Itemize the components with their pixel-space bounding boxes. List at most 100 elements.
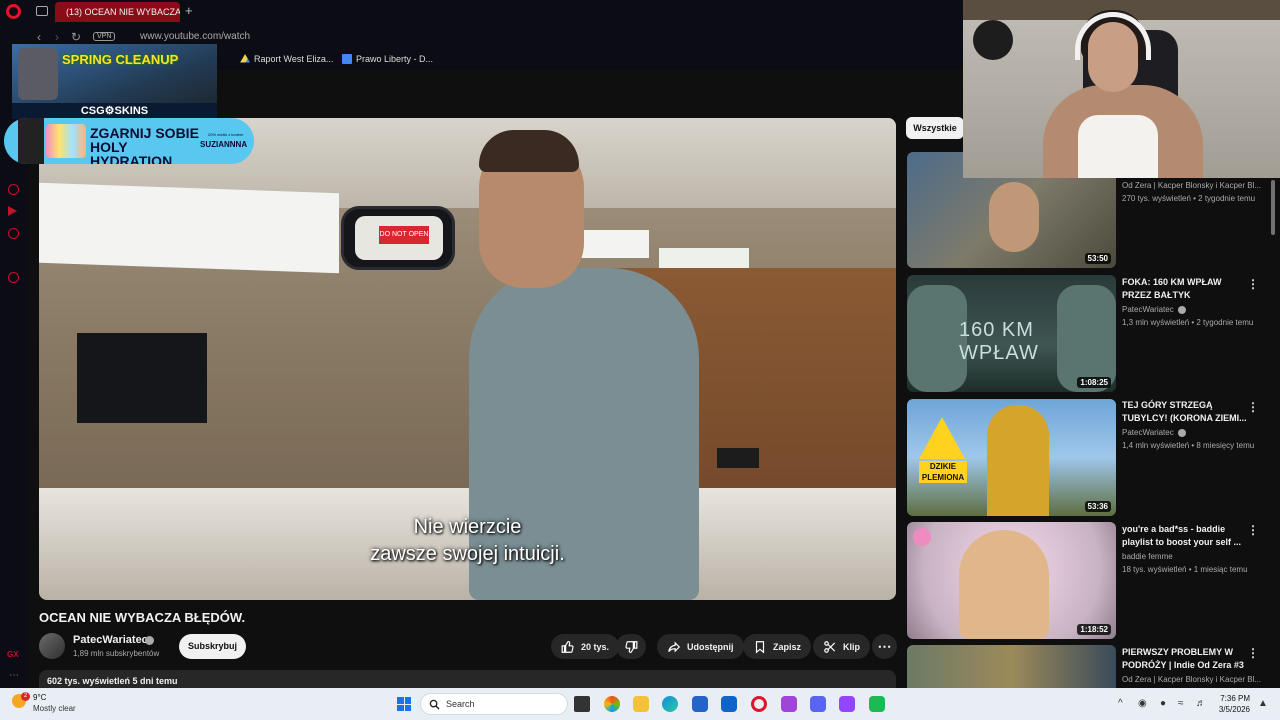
recommendation-channel[interactable]: baddie femme [1122,552,1173,561]
clock-time[interactable]: 7:36 PM [1220,694,1250,703]
sidebar-player-icon[interactable] [8,184,19,195]
subscriber-count: 1,89 mln subskrybentów [73,649,160,658]
sidebar-gx-icon[interactable]: GX [7,650,19,659]
thumbs-down-icon [625,640,638,653]
sidebar-more-icon[interactable]: ⋯ [9,670,19,681]
recommendation-title[interactable]: FOKA: 160 KM WPŁAW PRZEZ BAŁTYK [1122,276,1247,302]
character-illustration [18,48,58,100]
video-title: OCEAN NIE WYBACZA BŁĘDÓW. [39,610,246,625]
share-icon [668,641,681,652]
search-label: Search [446,699,475,709]
outlook-icon[interactable] [721,696,737,712]
notification-bell-icon[interactable]: ▲ [1258,698,1268,709]
sidebar-send-icon[interactable] [8,206,17,216]
recommendation-channel[interactable]: PatecWariatec [1122,428,1174,437]
opera-logo-icon[interactable] [6,4,21,19]
like-count: 20 tys. [581,641,610,652]
verified-icon [1178,429,1186,437]
channel-avatar[interactable] [39,633,65,659]
task-view-icon[interactable] [574,696,590,712]
forward-icon[interactable]: › [55,30,59,44]
scrollbar[interactable] [1271,180,1275,235]
description-box[interactable]: 602 tys. wyświetleń 5 dni temu [39,670,896,688]
store-icon[interactable] [692,696,708,712]
promo-small-text: 20% zniżki z kodem [208,132,244,137]
recommendation-title[interactable]: PIERWSZY PROBLEMY W PODRÓŻY | Indie Od Z… [1122,646,1247,672]
tray-expand-icon[interactable]: ^ [1118,698,1123,709]
wifi-icon[interactable]: ≈ [1178,698,1184,709]
recommendation-thumbnail[interactable]: 160 KM WPŁAW 1:08:25 [907,275,1116,392]
dislike-button[interactable] [616,634,646,659]
product-cans-image [46,124,86,158]
file-explorer-icon[interactable] [633,696,649,712]
clip-label: Klip [843,641,860,652]
opera-icon[interactable] [751,696,767,712]
recommendation-channel[interactable]: Od Zera | Kacper Blonsky i Kacper Bl... [1122,181,1261,190]
channel-name[interactable]: PatecWariatec [73,634,148,646]
reload-icon[interactable]: ↻ [71,30,81,44]
clock-date[interactable]: 3/5/2026 [1216,705,1250,714]
recommendation-title[interactable]: TEJ GÓRY STRZEGĄ TUBYLCY! (KORONA ZIEMI.… [1122,399,1247,425]
edge-icon[interactable] [662,696,678,712]
recommendation-meta: 18 tys. wyświetleń • 1 miesiąc temu [1122,565,1248,574]
recommendation-thumbnail[interactable] [907,645,1116,688]
tab-switcher-icon[interactable] [36,6,48,16]
duration-badge: 1:18:52 [1077,624,1111,635]
promo-code: SUZIANNNA [200,140,248,149]
recommendation-channel[interactable]: Od Zera | Kacper Blonsky i Kacper Bl... [1122,675,1261,684]
search-icon [429,699,440,710]
duration-badge: 1:08:25 [1077,377,1111,388]
bookmark-icon [755,640,765,653]
share-button[interactable]: Udostępnij [657,634,744,659]
duration-badge: 53:50 [1084,253,1111,264]
vpn-badge[interactable]: VPN [93,32,116,41]
volume-icon[interactable]: ♬ [1196,698,1206,709]
twitch-icon[interactable] [839,696,855,712]
tab-title: (13) OCEAN NIE WYBACZA [66,7,180,17]
start-button[interactable] [397,697,411,711]
channel-badge-icon [913,528,931,546]
active-tab[interactable]: (13) OCEAN NIE WYBACZA [55,2,180,22]
sidebar-settings-icon[interactable] [8,272,19,283]
video-person-hair [479,130,579,172]
like-button[interactable]: 20 tys. [551,634,620,659]
webcam-person-top [1078,115,1158,178]
recommendation-title[interactable]: you're a bad*ss - baddie playlist to boo… [1122,523,1247,549]
thumbnail-person [989,182,1039,252]
bookmark-item[interactable]: Prawo Liberty - D... [342,54,433,64]
scissors-icon [824,640,836,653]
more-options-icon[interactable]: ⋮ [1247,400,1259,414]
copilot-icon[interactable] [604,696,620,712]
recommendation-meta: 1,4 mln wyświetleń • 8 miesięcy temu [1122,441,1255,450]
network-icon[interactable]: ◉ [1138,698,1147,709]
recommendation-thumbnail[interactable]: 1:18:52 [907,522,1116,639]
more-actions-button[interactable]: ⋯ [872,634,897,659]
weather-condition[interactable]: Mostly clear [33,704,76,713]
new-tab-button[interactable]: + [185,3,193,18]
mic-tray-icon[interactable]: ● [1160,698,1166,709]
clip-button[interactable]: Klip [813,634,870,659]
back-icon[interactable]: ‹ [37,30,41,44]
weather-temperature[interactable]: 9°C [33,693,46,702]
discord-icon[interactable] [810,696,826,712]
sidebar-history-icon[interactable] [8,228,19,239]
thumbnail-text: 160 KM WPŁAW [959,319,1039,364]
video-scene-window [39,182,339,274]
url-field[interactable]: www.youtube.com/watch [140,31,250,42]
thumbnail-cartoon [959,530,1049,639]
filter-chip-all[interactable]: Wszystkie [906,117,964,139]
snipping-tool-icon[interactable] [781,696,797,712]
promo-banner: ZGARNIJ SOBIE HOLY HYDRATION 20% zniżki … [4,118,254,164]
google-docs-icon [342,54,352,64]
spring-cleanup-overlay: SPRING CLEANUP CSG⚙SKINS [12,44,217,119]
more-options-icon[interactable]: ⋮ [1247,646,1259,660]
taskbar-search[interactable]: Search [420,693,568,715]
save-button[interactable]: Zapisz [743,634,812,659]
more-options-icon[interactable]: ⋮ [1247,277,1259,291]
recommendation-channel[interactable]: PatecWariatec [1122,305,1174,314]
subscribe-button[interactable]: Subskrybuj [179,634,246,659]
app-icon[interactable] [869,696,885,712]
more-options-icon[interactable]: ⋮ [1247,523,1259,537]
recommendation-thumbnail[interactable]: DZIKIE PLEMIONA 53:36 [907,399,1116,516]
bookmark-item[interactable]: Raport West Eliza... [240,54,333,64]
